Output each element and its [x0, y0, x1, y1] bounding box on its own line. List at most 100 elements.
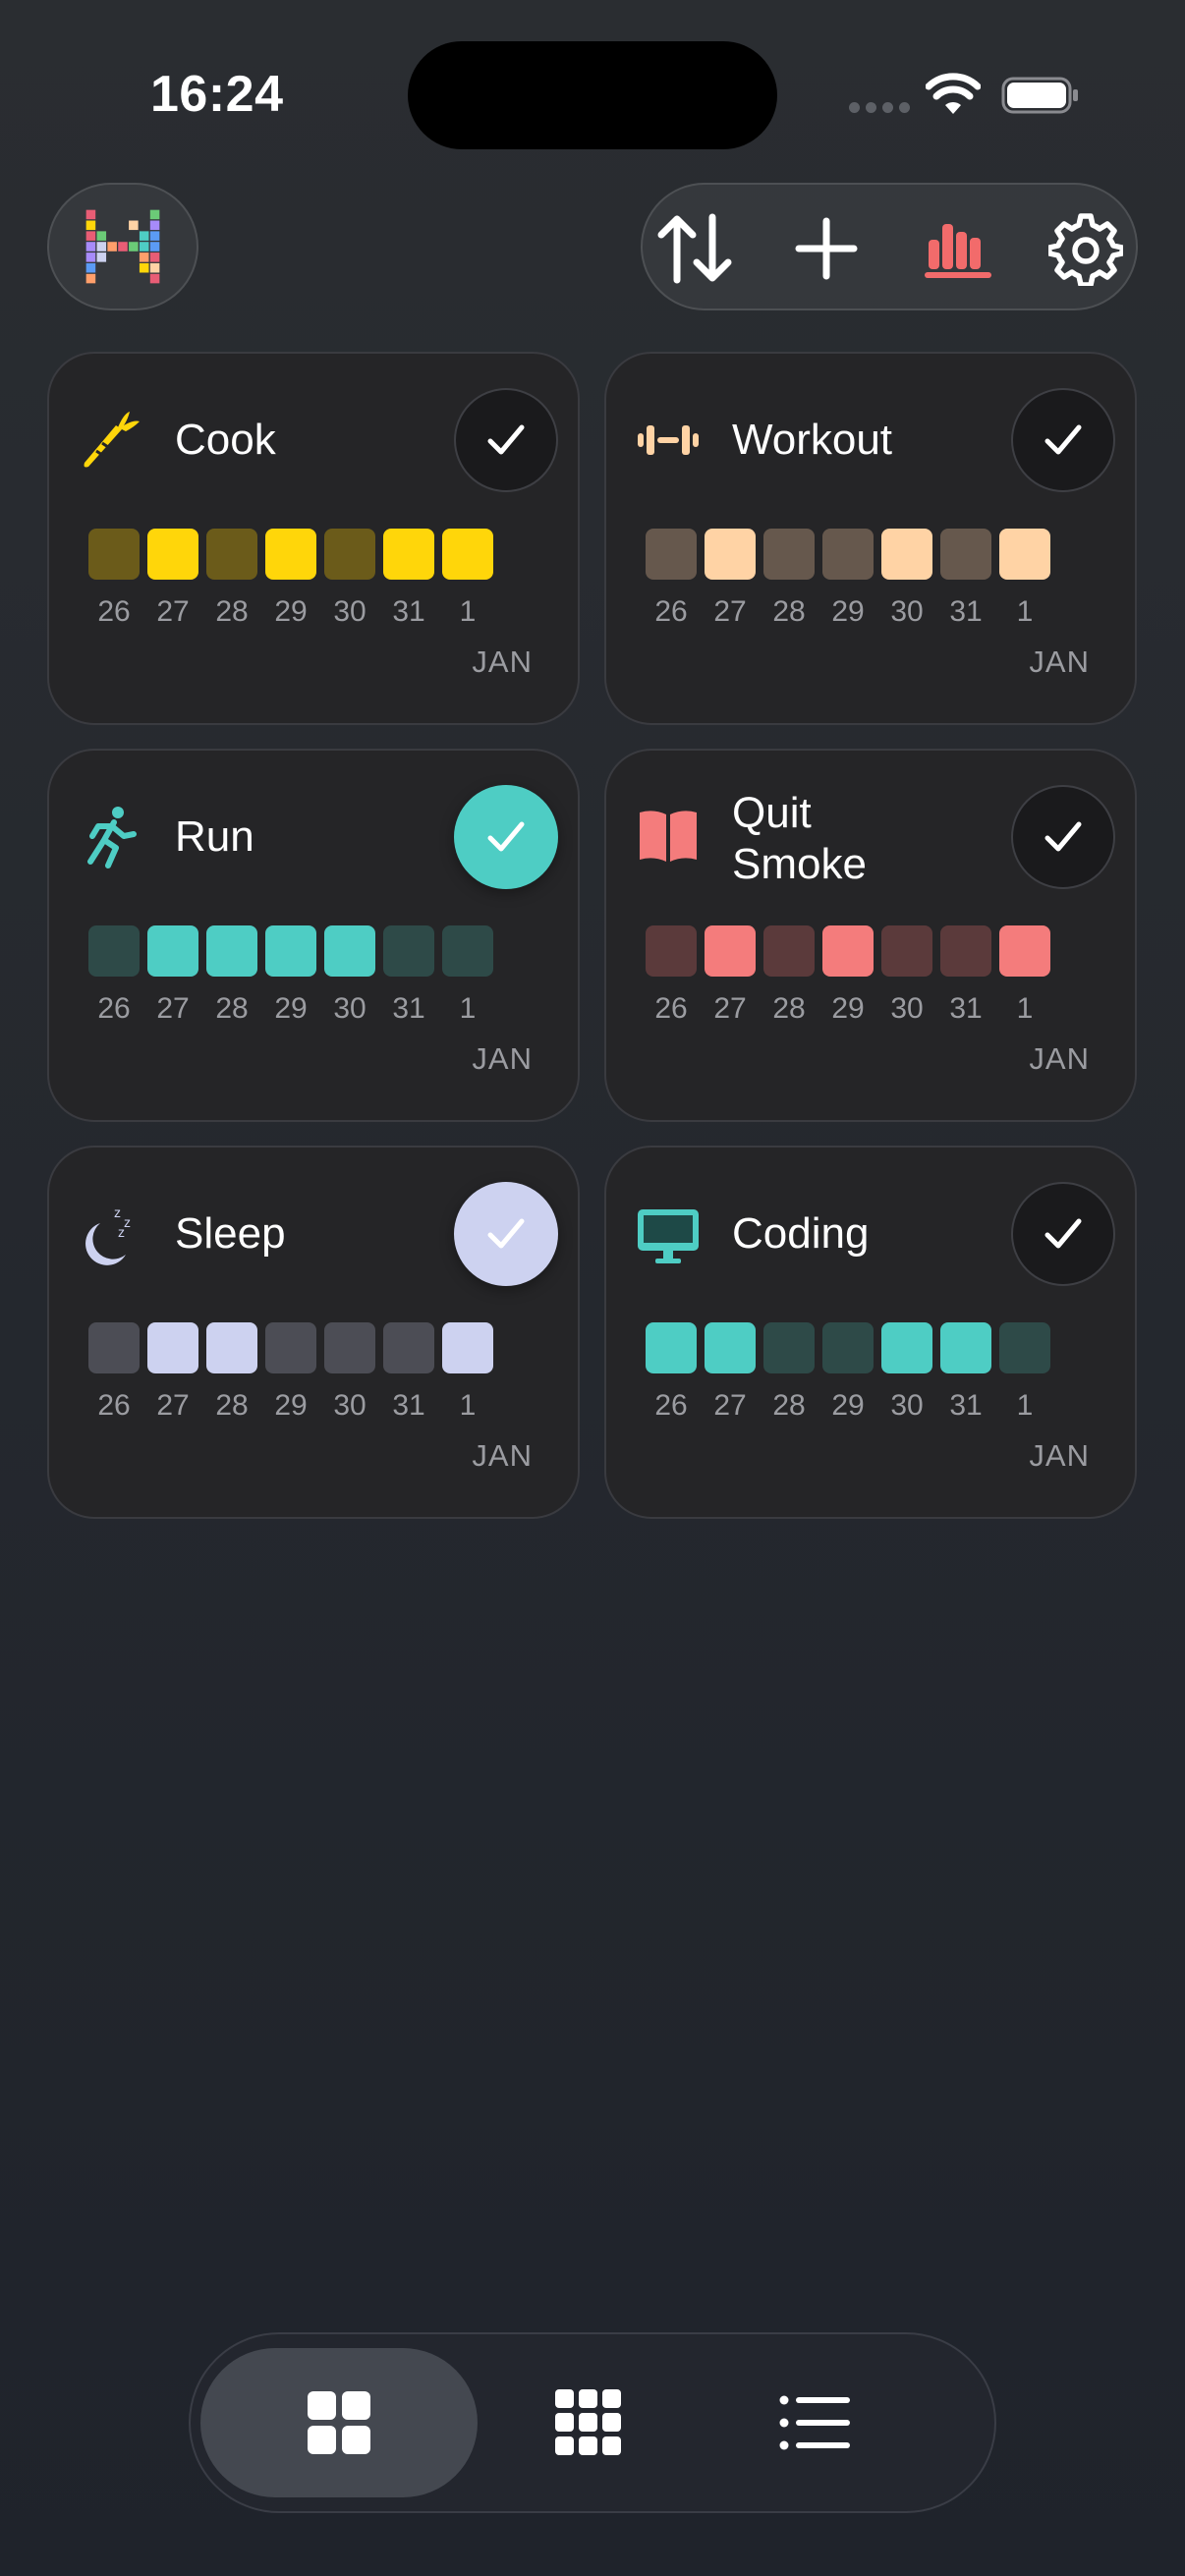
day-square[interactable] — [147, 529, 198, 580]
day-square[interactable] — [881, 529, 932, 580]
day-square[interactable] — [705, 925, 756, 977]
habit-card[interactable]: Run 26 27 28 29 30 31 1 JAN — [47, 749, 580, 1122]
day-labels: 26 27 28 29 30 31 1 — [646, 1389, 1050, 1423]
habit-name: Quit Smoke — [732, 789, 867, 888]
day-label: 1 — [1016, 1389, 1034, 1422]
day-square[interactable] — [206, 1322, 257, 1373]
day-square[interactable] — [999, 529, 1050, 580]
day-square[interactable] — [383, 529, 434, 580]
day-square[interactable] — [822, 925, 874, 977]
check-in-button[interactable] — [454, 1182, 558, 1286]
day-label: 31 — [392, 1389, 425, 1422]
settings-button[interactable] — [1044, 206, 1128, 291]
day-square[interactable] — [940, 1322, 991, 1373]
day-square[interactable] — [88, 925, 140, 977]
day-square[interactable] — [206, 529, 257, 580]
day-label: 28 — [215, 992, 249, 1025]
day-label: 28 — [215, 595, 249, 628]
statistics-button[interactable] — [916, 206, 1000, 291]
day-label: 29 — [831, 1389, 865, 1422]
check-in-button[interactable] — [1011, 388, 1115, 492]
habit-card[interactable]: Quit Smoke 26 27 28 29 30 31 1 JAN — [604, 749, 1137, 1122]
check-in-button[interactable] — [454, 388, 558, 492]
svg-text:z: z — [114, 1204, 121, 1220]
day-square[interactable] — [881, 925, 932, 977]
month-label: JAN — [472, 1041, 533, 1076]
battery-icon — [1001, 77, 1078, 114]
day-square[interactable] — [822, 1322, 874, 1373]
tab-grid-small[interactable] — [515, 2348, 662, 2497]
day-square[interactable] — [206, 925, 257, 977]
day-square[interactable] — [763, 925, 815, 977]
monitor-icon — [636, 1202, 701, 1266]
day-square[interactable] — [646, 529, 697, 580]
day-label: 30 — [890, 595, 924, 628]
day-label: 26 — [97, 595, 131, 628]
day-label: 28 — [772, 992, 806, 1025]
day-label: 29 — [274, 1389, 308, 1422]
day-square[interactable] — [646, 1322, 697, 1373]
day-square[interactable] — [88, 1322, 140, 1373]
day-square[interactable] — [705, 529, 756, 580]
day-label: 27 — [156, 1389, 190, 1422]
day-square[interactable] — [940, 529, 991, 580]
svg-text:z: z — [124, 1214, 131, 1230]
tab-list[interactable] — [741, 2348, 888, 2497]
habit-card[interactable]: Cook 26 27 28 29 30 31 1 JAN — [47, 352, 580, 725]
habit-card[interactable]: Coding 26 27 28 29 30 31 1 JAN — [604, 1146, 1137, 1519]
day-square[interactable] — [705, 1322, 756, 1373]
day-label: 31 — [949, 1389, 983, 1422]
day-square[interactable] — [442, 529, 493, 580]
day-square[interactable] — [646, 925, 697, 977]
day-square[interactable] — [383, 925, 434, 977]
day-square[interactable] — [763, 529, 815, 580]
day-label: 31 — [949, 595, 983, 628]
day-square[interactable] — [383, 1322, 434, 1373]
day-square[interactable] — [88, 529, 140, 580]
day-square[interactable] — [999, 1322, 1050, 1373]
day-square[interactable] — [763, 1322, 815, 1373]
habit-name: Workout — [732, 416, 893, 464]
day-square[interactable] — [147, 925, 198, 977]
day-square[interactable] — [324, 529, 375, 580]
tab-grid-large[interactable] — [200, 2348, 478, 2497]
day-label: 1 — [1016, 992, 1034, 1025]
day-square[interactable] — [881, 1322, 932, 1373]
habit-name: Cook — [175, 416, 276, 464]
moon-zzz-icon: zzz — [79, 1202, 143, 1266]
day-square[interactable] — [324, 925, 375, 977]
day-label: 27 — [156, 992, 190, 1025]
month-label: JAN — [472, 1438, 533, 1473]
day-label: 27 — [156, 595, 190, 628]
svg-text:z: z — [118, 1224, 125, 1240]
day-square[interactable] — [147, 1322, 198, 1373]
habit-card[interactable]: Workout 26 27 28 29 30 31 1 JAN — [604, 352, 1137, 725]
day-square[interactable] — [999, 925, 1050, 977]
day-square[interactable] — [940, 925, 991, 977]
history-squares — [646, 925, 1050, 977]
day-square[interactable] — [324, 1322, 375, 1373]
habit-card[interactable]: z z z Sleep 26 27 28 29 30 31 1 JAN — [47, 1146, 580, 1519]
checkmark-icon — [1044, 821, 1082, 852]
month-label: JAN — [1029, 1438, 1090, 1473]
day-label: 26 — [654, 1389, 688, 1422]
day-square[interactable] — [442, 925, 493, 977]
app-logo-button[interactable] — [47, 183, 198, 310]
month-label: JAN — [1029, 644, 1090, 679]
day-square[interactable] — [265, 529, 316, 580]
add-habit-button[interactable] — [784, 206, 869, 291]
open-book-icon — [636, 805, 701, 869]
day-square[interactable] — [265, 1322, 316, 1373]
day-square[interactable] — [265, 925, 316, 977]
day-label: 1 — [1016, 595, 1034, 628]
day-label: 30 — [890, 992, 924, 1025]
day-square[interactable] — [822, 529, 874, 580]
check-in-button[interactable] — [1011, 1182, 1115, 1286]
sort-button[interactable] — [652, 206, 737, 291]
check-in-button[interactable] — [454, 785, 558, 889]
wifi-icon — [926, 73, 981, 114]
day-label: 28 — [215, 1389, 249, 1422]
check-in-button[interactable] — [1011, 785, 1115, 889]
month-label: JAN — [1029, 1041, 1090, 1076]
day-square[interactable] — [442, 1322, 493, 1373]
